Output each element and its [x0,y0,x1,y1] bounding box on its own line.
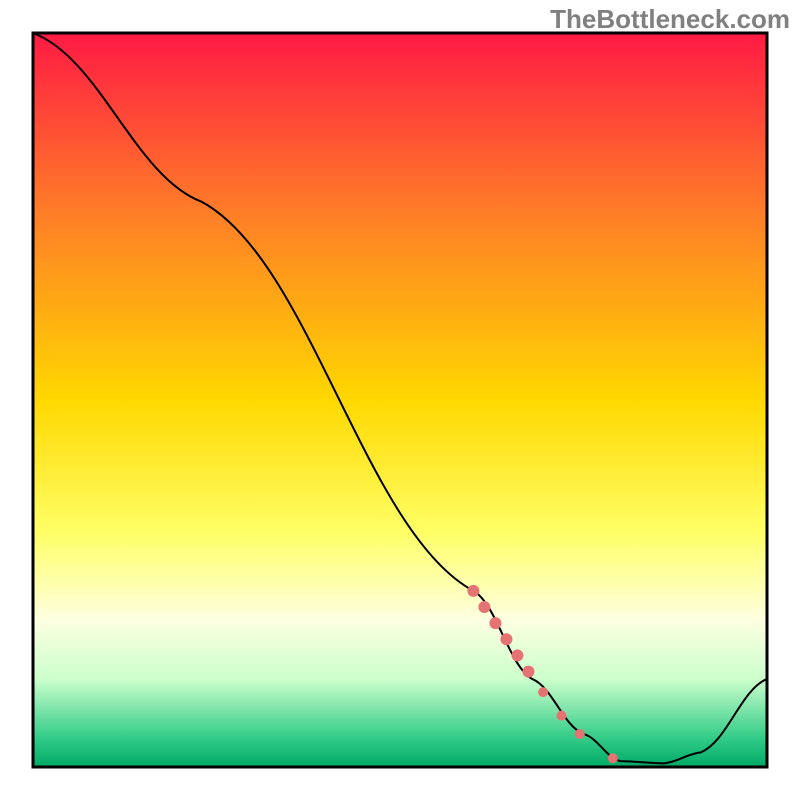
data-point [608,753,618,763]
data-point [478,601,490,613]
chart-container: TheBottleneck.com [0,0,800,800]
data-point [500,633,512,645]
bottleneck-chart [0,0,800,800]
data-point [511,649,523,661]
data-point [575,729,585,739]
data-point [522,666,534,678]
watermark-text: TheBottleneck.com [550,4,790,35]
gradient-background [33,33,767,767]
data-point [556,711,566,721]
data-point [538,687,548,697]
data-point [467,585,479,597]
data-point [489,617,501,629]
